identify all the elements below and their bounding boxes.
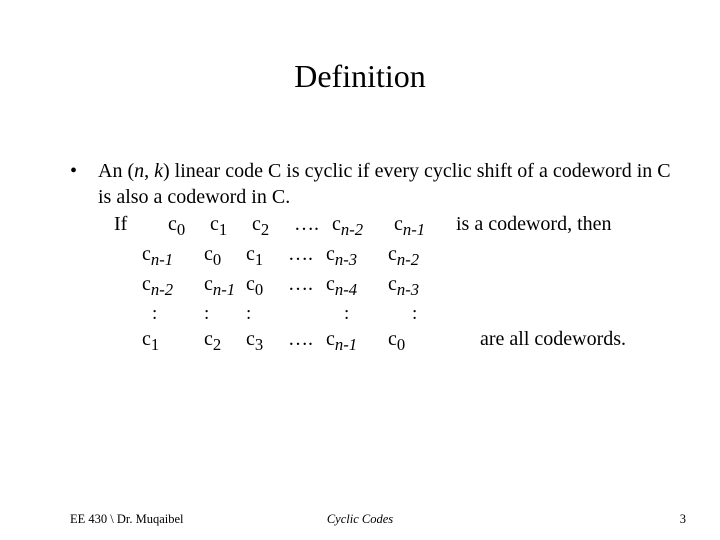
bullet-marker: • bbox=[70, 158, 98, 211]
rl-cn-1: cn-1 bbox=[326, 326, 388, 356]
r1-cn-1: cn-1 bbox=[142, 241, 204, 271]
r2-ellipsis: …. bbox=[288, 271, 326, 301]
vd-gap bbox=[288, 301, 326, 326]
rl-c1: c1 bbox=[142, 326, 204, 356]
c0: c0 bbox=[168, 211, 210, 241]
definition-text: An (n, k) linear code C is cyclic if eve… bbox=[98, 160, 671, 208]
r2-cn-2: cn-2 bbox=[142, 271, 204, 301]
vdots-row: : : : : : bbox=[70, 301, 672, 326]
cn-1: cn-1 bbox=[394, 211, 456, 241]
rl-c2: c2 bbox=[204, 326, 246, 356]
r1-cn-3: cn-3 bbox=[326, 241, 388, 271]
rl-ellipsis: …. bbox=[288, 326, 326, 356]
bullet-item: • An (n, k) linear code C is cyclic if e… bbox=[70, 158, 672, 211]
vd2: : bbox=[204, 301, 246, 326]
footer-page-number: 3 bbox=[680, 512, 686, 527]
codeword-suffix: is a codeword, then bbox=[456, 211, 612, 241]
r1-c1: c1 bbox=[246, 241, 288, 271]
r2-cn-1: cn-1 bbox=[204, 271, 246, 301]
r1-ellipsis: …. bbox=[288, 241, 326, 271]
c2: c2 bbox=[252, 211, 294, 241]
slide: Definition • An (n, k) linear code C is … bbox=[0, 0, 720, 540]
r1-cn-2: cn-2 bbox=[388, 241, 450, 271]
shift-row-1: cn-1 c0 c1 …. cn-3 cn-2 bbox=[70, 241, 672, 271]
shift-row-2: cn-2 cn-1 c0 …. cn-4 cn-3 bbox=[70, 271, 672, 301]
c1: c1 bbox=[210, 211, 252, 241]
r2-cn-4: cn-4 bbox=[326, 271, 388, 301]
slide-body: • An (n, k) linear code C is cyclic if e… bbox=[70, 158, 672, 356]
footer-center: Cyclic Codes bbox=[0, 512, 720, 527]
ellipsis: …. bbox=[294, 211, 332, 241]
if-row: If c0 c1 c2 …. cn-2 cn-1 is a codeword, … bbox=[70, 211, 672, 241]
all-codewords-suffix: are all codewords. bbox=[450, 326, 626, 356]
rl-c3: c3 bbox=[246, 326, 288, 356]
if-label: If bbox=[114, 211, 168, 241]
rl-c0: c0 bbox=[388, 326, 450, 356]
shift-row-last: c1 c2 c3 …. cn-1 c0 are all codewords. bbox=[70, 326, 672, 356]
bullet-text: An (n, k) linear code C is cyclic if eve… bbox=[98, 158, 672, 211]
vd1: : bbox=[152, 301, 204, 326]
vd3: : bbox=[246, 301, 288, 326]
cn-2: cn-2 bbox=[332, 211, 394, 241]
r2-c0: c0 bbox=[246, 271, 288, 301]
r1-c0: c0 bbox=[204, 241, 246, 271]
r2-cn-3: cn-3 bbox=[388, 271, 450, 301]
vd5: : bbox=[406, 301, 474, 326]
vd4: : bbox=[326, 301, 406, 326]
slide-title: Definition bbox=[0, 0, 720, 95]
